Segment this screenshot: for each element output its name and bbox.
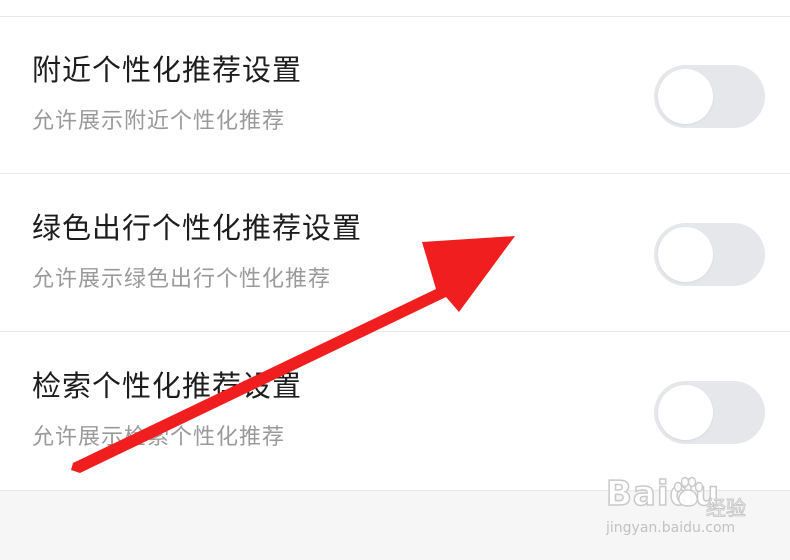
paw-icon [673, 476, 704, 507]
setting-subtitle: 允许展示附近个性化推荐 [32, 109, 286, 134]
baidu-jingyan-watermark: Baidu 经验 jingyan.baidu.com [605, 473, 756, 546]
setting-subtitle: 允许展示绿色出行个性化推荐 [32, 267, 332, 292]
nearby-recommendation-toggle[interactable] [654, 65, 765, 128]
setting-row-green-travel: 绿色出行个性化推荐设置 允许展示绿色出行个性化推荐 [0, 175, 790, 332]
setting-subtitle: 允许展示检索个性化推荐 [32, 425, 286, 450]
setting-title: 附近个性化推荐设置 [32, 53, 303, 87]
settings-list: 附近个性化推荐设置 允许展示附近个性化推荐 绿色出行个性化推荐设置 允许展示绿色… [0, 0, 790, 491]
setting-title: 绿色出行个性化推荐设置 [32, 211, 363, 245]
settings-screen: 附近个性化推荐设置 允许展示附近个性化推荐 绿色出行个性化推荐设置 允许展示绿色… [0, 0, 790, 560]
setting-row-nearby: 附近个性化推荐设置 允许展示附近个性化推荐 [0, 17, 790, 174]
toggle-knob [658, 385, 713, 440]
setting-row-search: 检索个性化推荐设置 允许展示检索个性化推荐 [0, 333, 790, 491]
watermark-label: 经验 [706, 496, 747, 521]
watermark-url: jingyan.baidu.com [606, 520, 736, 536]
search-recommendation-toggle[interactable] [654, 381, 765, 444]
green-travel-recommendation-toggle[interactable] [654, 223, 765, 286]
toggle-knob [658, 227, 713, 282]
setting-title: 检索个性化推荐设置 [32, 369, 303, 403]
toggle-knob [658, 69, 713, 124]
